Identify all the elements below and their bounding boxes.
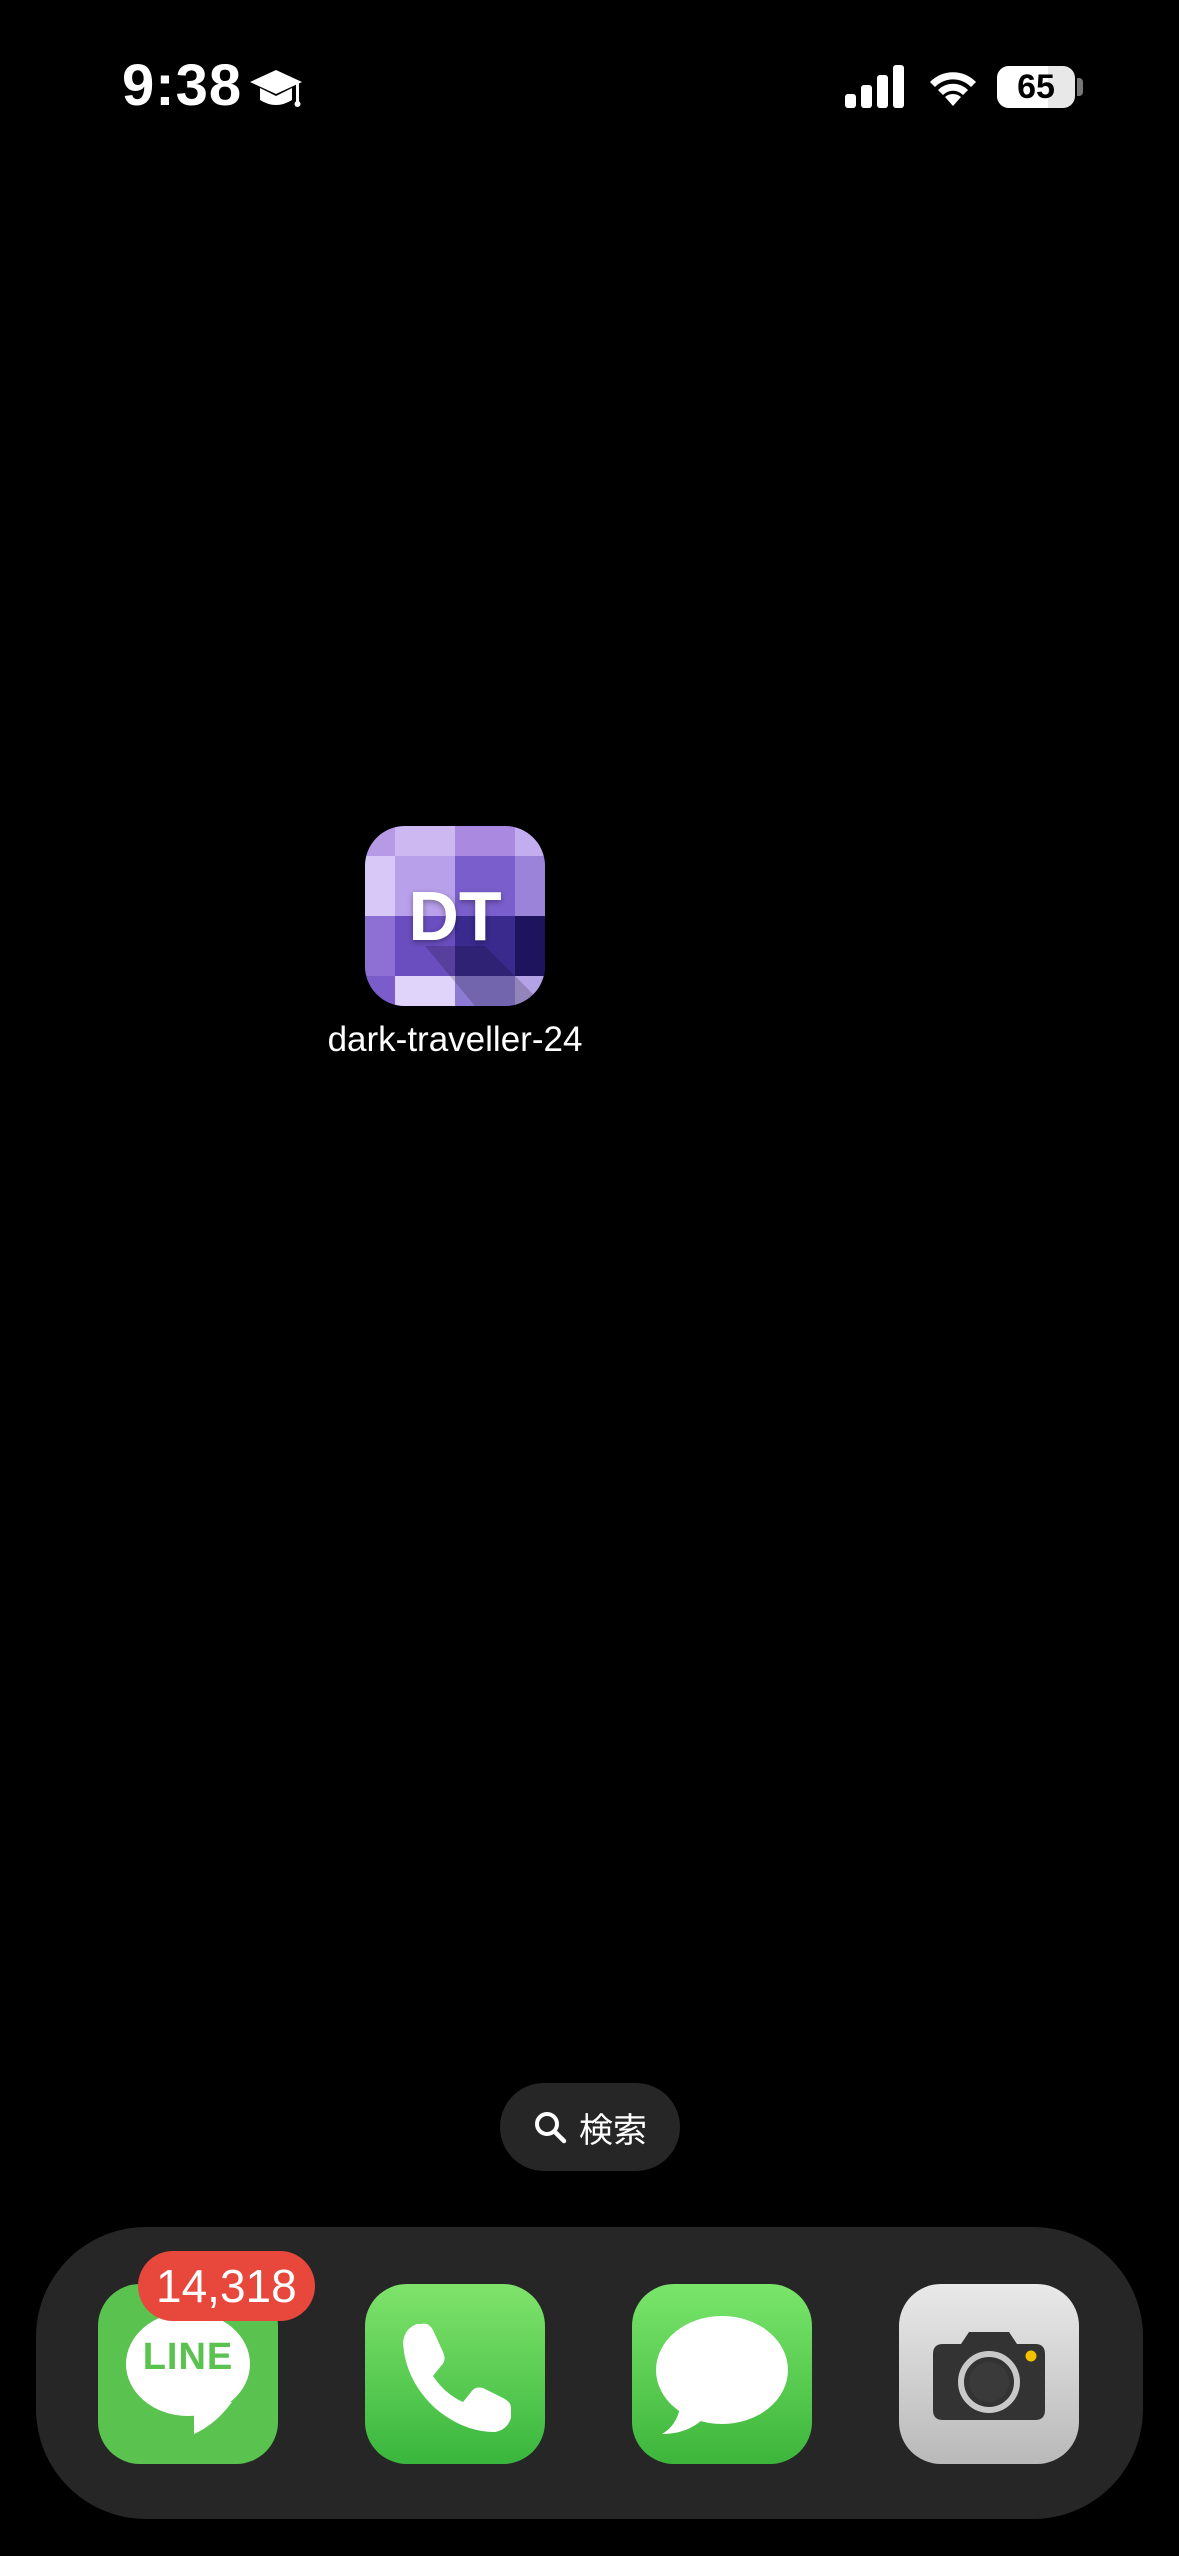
app-dark-traveller-24[interactable]: DT dark-traveller-24: [320, 826, 590, 1060]
graduation-cap-icon: [250, 70, 302, 107]
status-time: 9:38: [122, 53, 243, 118]
camera-app-icon[interactable]: [899, 2284, 1079, 2464]
battery-icon: 65: [997, 66, 1075, 108]
spotlight-search-button[interactable]: 検索: [500, 2083, 680, 2171]
notification-badge: 14,318: [138, 2251, 315, 2321]
message-bubble-icon: [656, 2316, 788, 2434]
cellular-signal-icon: [845, 65, 904, 108]
search-label: 検索: [579, 2110, 647, 2151]
phone-app-icon[interactable]: [365, 2284, 545, 2464]
wifi-icon: [930, 72, 976, 106]
phone-handset-icon: [403, 2323, 511, 2432]
app-label: dark-traveller-24: [327, 1020, 583, 1059]
camera-body-icon: [933, 2332, 1045, 2420]
status-bar: 9:38 65: [0, 0, 1179, 170]
search-icon: [535, 2112, 567, 2144]
battery-cap: [1077, 78, 1083, 96]
line-logo-text: LINE: [142, 2336, 234, 2378]
dark-traveller-app-icon[interactable]: DT: [365, 826, 545, 1006]
app-icon-text: DT: [408, 877, 502, 955]
messages-app-icon[interactable]: [632, 2284, 812, 2464]
battery-percent: 65: [1017, 68, 1055, 106]
